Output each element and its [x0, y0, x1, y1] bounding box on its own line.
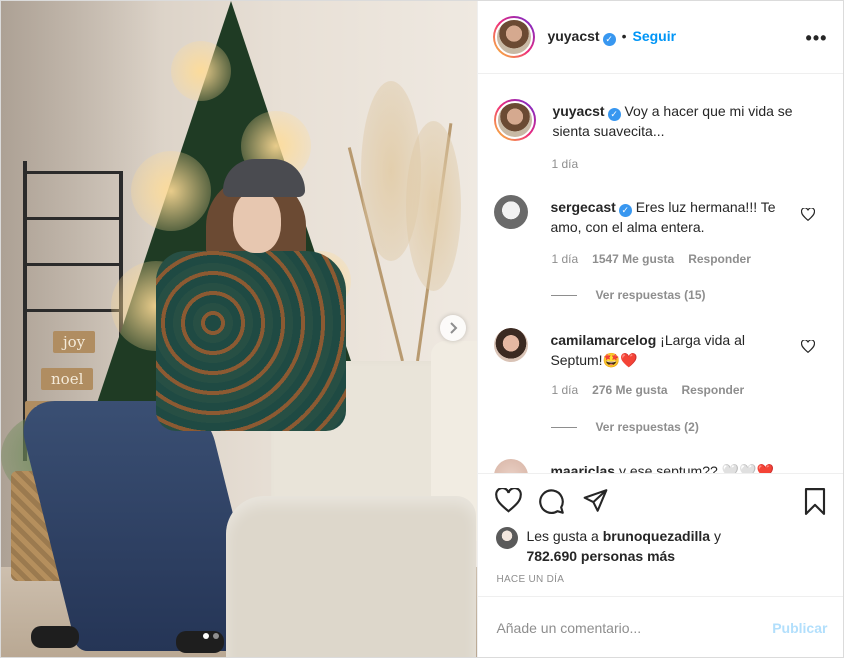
publish-button[interactable]: Publicar [772, 620, 827, 636]
replies-line [551, 294, 578, 296]
share-icon[interactable] [582, 488, 609, 514]
chevron-right-icon [450, 322, 458, 334]
verified-badge-icon: ✓ [607, 107, 621, 121]
author-username[interactable]: yuyacst [547, 28, 599, 44]
comment-row: maariclas y ese septum?? 🤍🤍❤️ [494, 459, 827, 473]
caption-meta: 1 día [551, 157, 578, 171]
post-side-panel: yuyacst ✓ • Seguir ••• yuyacst ✓ Voy a hacer… [477, 1, 844, 658]
author-avatar[interactable] [493, 16, 536, 58]
liker-username[interactable]: brunoquezadilla [603, 528, 710, 544]
comment-age: 1 día [551, 383, 579, 397]
caption-text: yuyacst ✓ Voy a hacer que mi vida se sien… [552, 99, 797, 141]
comment-meta: 1 día 276 Me gusta Responder [551, 383, 744, 397]
verified-badge-icon: ✓ [618, 203, 632, 217]
likes-count[interactable]: 782.690 personas más [526, 548, 675, 564]
photo-sofa-arm [226, 496, 476, 657]
like-comment-heart-icon[interactable] [801, 340, 816, 353]
caption-age: 1 día [551, 157, 579, 171]
tree-light [131, 151, 211, 231]
likes-joiner: y [713, 528, 721, 544]
tree-light [171, 41, 231, 101]
comment-row: camilamarcelog ¡Larga vida al Septum!🤩❤️ [494, 328, 827, 370]
view-replies-button[interactable]: Ver respuestas (2) [551, 420, 699, 434]
author-avatar-image [495, 18, 534, 56]
comment-meta: 1 día 1547 Me gusta Responder [551, 252, 750, 266]
comment-icon[interactable] [538, 488, 565, 515]
comment-input[interactable] [496, 619, 773, 636]
caption-row: yuyacst ✓ Voy a hacer que mi vida se sien… [494, 99, 827, 141]
reply-button[interactable]: Responder [682, 383, 745, 397]
carousel-next-button[interactable] [440, 315, 466, 341]
pampas-plume [406, 121, 461, 291]
comment-text: maariclas y ese septum?? 🤍🤍❤️ [550, 459, 795, 473]
carousel-dots [203, 633, 219, 639]
photo-sign-noel: noel [41, 368, 94, 390]
comment-likes[interactable]: 276 Me gusta [592, 383, 667, 397]
reply-button[interactable]: Responder [688, 252, 751, 266]
post-actions: Les gusta a brunoquezadilla y 782.690 pe… [478, 473, 844, 658]
photo-person-cap [223, 159, 305, 197]
likes-text: Les gusta a brunoquezadilla y 782.690 pe… [526, 526, 721, 566]
separator-dot: • [621, 28, 627, 44]
comment-text: camilamarcelog ¡Larga vida al Septum!🤩❤️ [550, 328, 795, 370]
author-block: yuyacst ✓ • Seguir [547, 28, 676, 46]
comment-avatar[interactable] [494, 328, 529, 362]
liker-avatar[interactable] [496, 527, 519, 549]
instagram-post: joy noel Peace yuyacst✓•Seguir [0, 0, 844, 658]
carousel-dot[interactable] [213, 633, 219, 639]
bookmark-icon[interactable] [803, 488, 827, 515]
photo-person-jacket [156, 251, 346, 431]
add-comment-bar: Publicar [478, 596, 844, 658]
replies-line [551, 426, 578, 428]
like-comment-heart-icon[interactable] [801, 208, 816, 221]
post-header: yuyacst ✓ • Seguir ••• [478, 1, 844, 74]
verified-badge-icon: ✓ [602, 33, 616, 46]
view-replies-label: Ver respuestas (2) [595, 420, 699, 434]
follow-button[interactable]: Seguir [633, 28, 677, 44]
comment-username[interactable]: sergecast [550, 199, 615, 215]
view-replies-label: Ver respuestas (15) [595, 288, 706, 302]
caption-avatar-image [496, 101, 535, 139]
comments-list[interactable]: yuyacst ✓ Voy a hacer que mi vida se sien… [478, 75, 843, 473]
caption-username[interactable]: yuyacst [552, 103, 604, 119]
carousel-dot[interactable] [203, 633, 209, 639]
likes-prefix: Les gusta a [526, 528, 599, 544]
more-options-icon[interactable]: ••• [806, 28, 828, 49]
comment-age: 1 día [551, 252, 579, 266]
post-timestamp[interactable]: Hace un día [496, 574, 564, 585]
comment-username[interactable]: maariclas [550, 463, 615, 473]
post-photo[interactable]: joy noel Peace [1, 1, 478, 657]
comment-likes[interactable]: 1547 Me gusta [592, 252, 674, 266]
photo-person-face [233, 191, 281, 253]
comment-body: y ese septum?? 🤍🤍❤️ [618, 463, 774, 473]
comment-row: sergecast ✓ Eres luz hermana!!! Te amo, c… [494, 195, 827, 237]
comment-text: sergecast ✓ Eres luz hermana!!! Te amo, c… [550, 195, 795, 237]
likes-summary: Les gusta a brunoquezadilla y 782.690 pe… [496, 526, 721, 566]
view-replies-button[interactable]: Ver respuestas (15) [551, 288, 706, 302]
comment-username[interactable]: camilamarcelog [550, 332, 656, 348]
caption-avatar[interactable] [494, 99, 537, 141]
photo-person-boot [31, 626, 79, 648]
photo-sign-joy: joy [53, 331, 96, 353]
comment-avatar[interactable] [494, 459, 529, 473]
comment-avatar[interactable] [494, 195, 529, 229]
heart-icon[interactable] [495, 488, 523, 513]
